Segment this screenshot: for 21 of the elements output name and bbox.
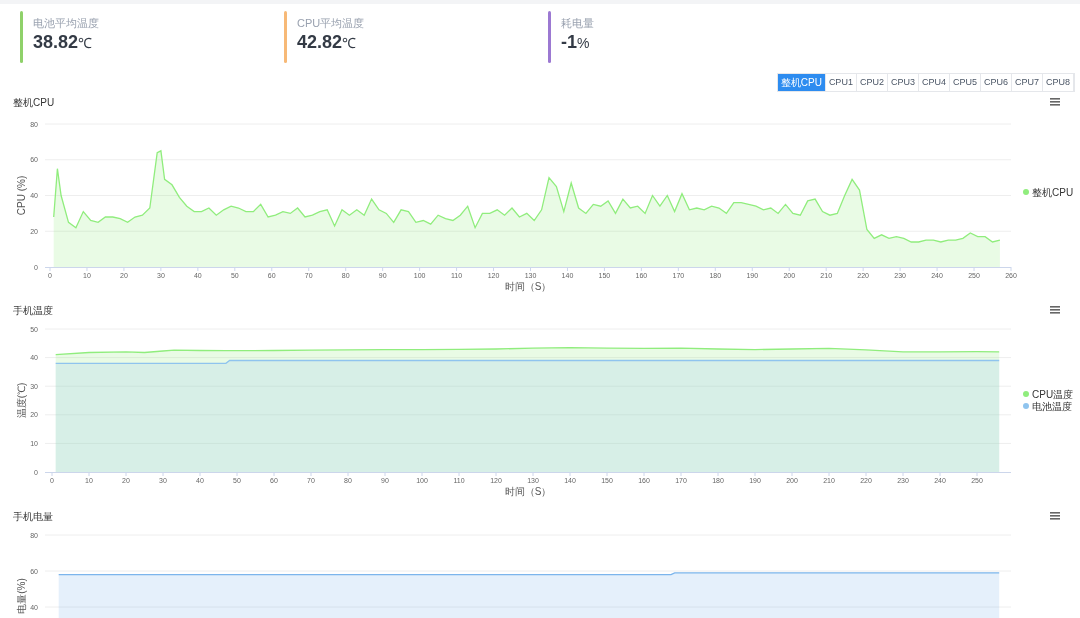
legend-label: 整机CPU (1032, 186, 1074, 198)
axis-title: 时间（S） (504, 281, 552, 292)
stat-value: 38.82℃ (33, 31, 93, 54)
stat-value: 42.82℃ (297, 31, 357, 54)
axis-title: 电量(%) (16, 578, 27, 614)
axis-title: CPU (%) (16, 175, 27, 216)
stat-label: 耗电量 (561, 16, 594, 31)
legend-label: 电池温度 (1032, 400, 1072, 412)
menu-icon[interactable] (1050, 512, 1060, 520)
chart-title: 手机电量 (13, 509, 53, 524)
stat-label: CPU平均温度 (297, 16, 365, 31)
legend-label: CPU温度 (1032, 388, 1074, 400)
axis-title: 时间（S） (504, 486, 552, 497)
cpu-tab[interactable]: CPU8 (1043, 74, 1074, 91)
chart-title: 手机温度 (13, 303, 53, 318)
stat-value: -1% (561, 31, 590, 54)
stat-label: 电池平均温度 (33, 16, 99, 31)
axis-title: 温度(℃) (16, 382, 27, 419)
chart-title: 整机CPU (13, 95, 55, 110)
menu-icon[interactable] (1050, 98, 1060, 106)
menu-icon[interactable] (1050, 306, 1060, 314)
